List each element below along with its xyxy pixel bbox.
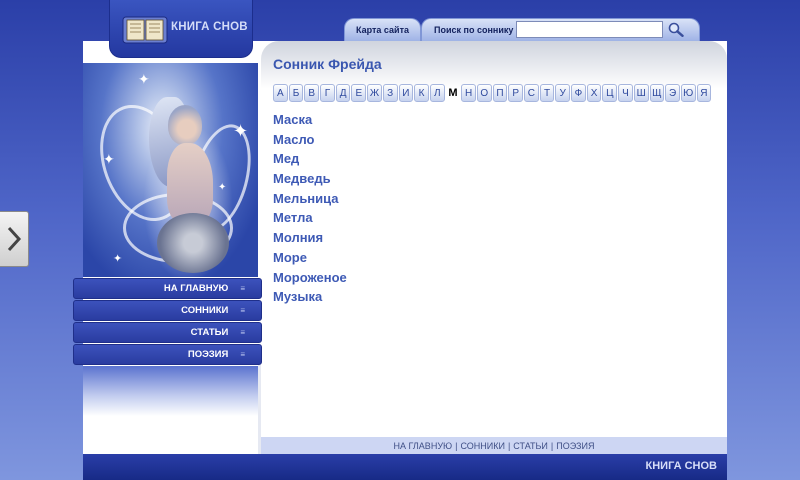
side-drawer-handle[interactable] [0,211,29,267]
hero-figure-head [168,105,202,145]
menu-bullet-icon: ≡ [240,284,245,293]
open-book-icon [122,16,168,44]
menu-bullet-icon: ≡ [240,306,245,315]
chevron-right-icon [7,226,22,252]
footer-link[interactable]: СТАТЬИ [513,441,548,451]
magnifier-icon [668,22,684,37]
alphabet-letter[interactable]: А [273,84,288,102]
alphabet-letter[interactable]: И [398,84,414,102]
tab-sitemap-label: Карта сайта [356,25,409,35]
footer-link[interactable]: СОННИКИ [460,441,504,451]
dream-link[interactable]: Мороженое [273,270,347,290]
hero-figure-body [167,143,213,223]
dream-link[interactable]: Молния [273,230,347,250]
footer-brand: КНИГА СНОВ [645,460,718,472]
logo-text: КНИГА СНОВ [171,21,248,33]
alphabet-letter[interactable]: Х [586,84,602,102]
hero-figure-tail [157,213,229,273]
tab-sitemap[interactable]: Карта сайта [344,18,421,41]
search-input[interactable] [516,21,663,38]
alphabet-letter[interactable]: Э [665,84,680,102]
alphabet-letter[interactable]: Л [429,84,445,102]
alphabet-letter[interactable]: В [304,84,320,102]
alphabet-letter[interactable]: Ю [680,84,696,102]
dream-link[interactable]: Море [273,250,347,270]
side-menu-fade [83,366,258,416]
footer-separator: | [455,440,458,451]
search-label: Поиск по соннику [434,25,514,35]
dream-link[interactable]: Масло [273,132,347,152]
side-menu-label: СТАТЬИ [190,327,229,338]
dream-list: Маска Масло Мед Медведь Мельница Метла Молния М… [273,112,347,309]
sparkle-icon: ✦ [218,182,227,193]
dream-link[interactable]: Медведь [273,171,347,191]
alphabet-letter[interactable]: Ч [618,84,633,102]
alphabet-letter[interactable]: У [555,84,571,102]
sparkle-icon: ✦ [233,121,249,142]
alphabet-letter[interactable]: Ж [367,84,382,102]
alphabet-letter[interactable]: Я [696,84,712,102]
alphabet-letter[interactable]: Н [461,84,476,102]
sparkle-icon: ✦ [103,152,115,168]
footer-separator: | [507,440,511,451]
side-menu-item-dreambooks[interactable]: СОННИКИ ≡ [73,300,262,321]
search-button[interactable] [665,21,687,38]
alphabet-letter[interactable]: Р [508,84,523,102]
side-menu-label: СОННИКИ [181,305,229,316]
menu-bullet-icon: ≡ [240,328,245,337]
footer-link[interactable]: НА ГЛАВНУЮ [394,441,453,451]
alphabet-index: АБВГДЕЖЗИКЛМНОПРСТУФХЦЧШЩЭЮЯ [273,84,712,102]
alphabet-letter[interactable]: М [446,84,461,102]
sparkle-icon: ✦ [138,72,150,88]
alphabet-letter[interactable]: Ф [571,84,586,102]
footer-links: НА ГЛАВНУЮ | СОННИКИ | СТАТЬИ | ПОЭЗИЯ [261,437,727,454]
footer-link[interactable]: ПОЭЗИЯ [556,441,594,451]
alphabet-letter[interactable]: З [382,84,398,102]
alphabet-letter[interactable]: Щ [649,84,665,102]
sparkle-icon: ✦ [113,252,123,265]
footer-bar: КНИГА СНОВ [83,454,727,480]
dream-link[interactable]: Мед [273,151,347,171]
side-menu: НА ГЛАВНУЮ ≡ СОННИКИ ≡ СТАТЬИ ≡ ПОЭЗИЯ ≡ [73,278,262,366]
page-title: Сонник Фрейда [273,56,382,72]
alphabet-letter[interactable]: С [524,84,539,102]
dream-link[interactable]: Метла [273,210,347,230]
dream-link[interactable]: Маска [273,112,347,132]
dream-link[interactable]: Мельница [273,191,347,211]
dream-link[interactable]: Музыка [273,289,347,309]
menu-bullet-icon: ≡ [240,350,245,359]
side-menu-label: ПОЭЗИЯ [187,349,229,360]
side-menu-item-articles[interactable]: СТАТЬИ ≡ [73,322,262,343]
alphabet-letter[interactable]: Е [351,84,367,102]
alphabet-letter[interactable]: Д [335,84,351,102]
alphabet-letter[interactable]: Г [320,84,335,102]
alphabet-letter[interactable]: Т [539,84,555,102]
footer-separator: | [550,440,554,451]
alphabet-letter[interactable]: К [414,84,429,102]
side-menu-label: НА ГЛАВНУЮ [163,283,229,294]
site-logo[interactable]: КНИГА СНОВ [109,0,253,58]
side-menu-item-poetry[interactable]: ПОЭЗИЯ ≡ [73,344,262,365]
alphabet-letter[interactable]: П [492,84,508,102]
alphabet-letter[interactable]: Ц [602,84,618,102]
alphabet-letter[interactable]: Ш [633,84,649,102]
alphabet-letter[interactable]: О [476,84,492,102]
hero-image: ✦ ✦ ✦ ✦ ✦ [83,63,260,283]
side-menu-item-home[interactable]: НА ГЛАВНУЮ ≡ [73,278,262,299]
alphabet-letter[interactable]: Б [288,84,304,102]
